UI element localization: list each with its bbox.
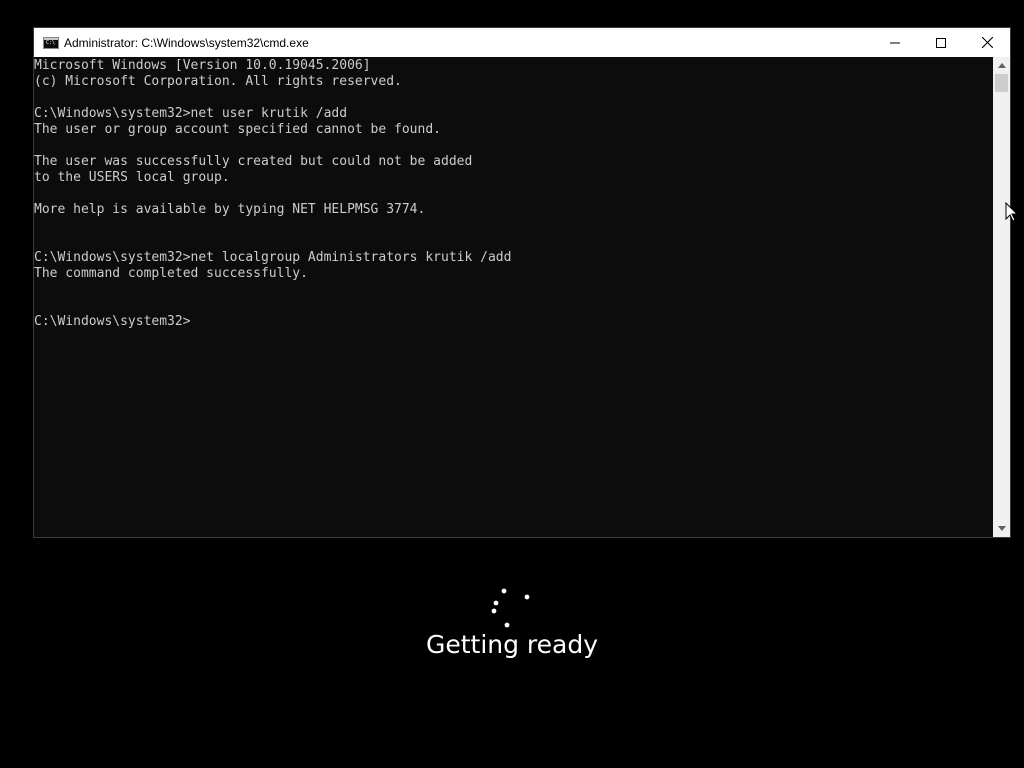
loading-spinner-icon — [491, 588, 530, 628]
cmd-window[interactable]: C:\ Administrator: C:\Windows\system32\c… — [33, 27, 1011, 538]
maximize-button[interactable] — [918, 28, 964, 57]
maximize-icon — [936, 37, 946, 48]
scroll-up-button[interactable] — [993, 57, 1010, 74]
console-output[interactable]: Microsoft Windows [Version 10.0.19045.20… — [34, 57, 994, 537]
scroll-up-icon — [997, 63, 1006, 68]
scroll-down-icon — [997, 526, 1006, 531]
cmd-icon: C:\ — [43, 36, 59, 49]
window-title: Administrator: C:\Windows\system32\cmd.e… — [64, 35, 309, 50]
mouse-cursor-icon — [1005, 202, 1017, 222]
title-bar[interactable]: C:\ Administrator: C:\Windows\system32\c… — [34, 28, 1010, 57]
scroll-thumb[interactable] — [995, 74, 1008, 92]
scroll-down-button[interactable] — [993, 520, 1010, 537]
console-text: Microsoft Windows [Version 10.0.19045.20… — [34, 58, 512, 329]
close-icon — [981, 37, 993, 48]
close-button[interactable] — [964, 28, 1010, 57]
minimize-button[interactable] — [872, 28, 918, 57]
window-controls — [872, 28, 1010, 57]
getting-ready-text: Getting ready — [425, 630, 599, 659]
vertical-scrollbar[interactable] — [993, 57, 1010, 537]
minimize-icon — [890, 42, 900, 43]
